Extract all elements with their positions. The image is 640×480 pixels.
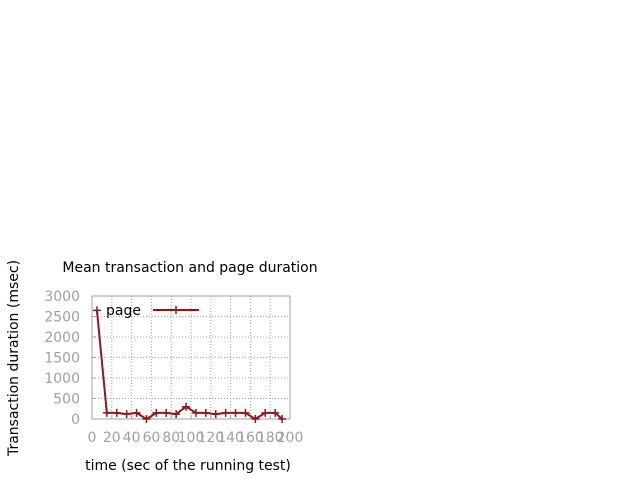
- data-point: [162, 408, 171, 417]
- data-point: [201, 408, 210, 417]
- y-tick-label: 2500: [44, 310, 80, 326]
- x-tick-label: 20: [103, 430, 121, 446]
- x-tick-label: 40: [123, 430, 141, 446]
- data-point: [231, 408, 240, 417]
- y-axis-ticks: 0 500 1000 1500 2000 2500 3000: [44, 289, 96, 428]
- series-layer: [92, 306, 287, 423]
- x-axis-label: time (sec of the running test): [85, 458, 291, 474]
- chart-title: Mean transaction and page duration: [62, 260, 317, 276]
- data-point: [92, 306, 101, 315]
- y-tick-label: 1000: [44, 371, 80, 387]
- legend-marker: [172, 306, 180, 314]
- legend-label: page: [106, 303, 141, 319]
- x-tick-label: 0: [88, 430, 97, 446]
- chart: Mean transaction and page duration 0 500 1…: [6, 260, 318, 474]
- x-tick-label: 200: [277, 430, 304, 446]
- data-point: [112, 408, 121, 417]
- x-tick-label: 60: [142, 430, 160, 446]
- series-line: [95, 310, 283, 420]
- data-point: [211, 410, 220, 419]
- data-point: [102, 408, 111, 417]
- y-tick-label: 0: [71, 412, 80, 428]
- data-point: [122, 410, 131, 419]
- y-tick-label: 500: [53, 392, 80, 408]
- y-tick-label: 3000: [44, 289, 80, 305]
- x-axis-ticks: 0 20 40 60 80100120140160180200: [88, 415, 304, 446]
- data-point: [221, 408, 230, 417]
- y-tick-label: 2000: [44, 330, 80, 346]
- y-axis-label: Transaction duration (msec): [6, 260, 22, 457]
- y-tick-label: 1500: [44, 351, 80, 367]
